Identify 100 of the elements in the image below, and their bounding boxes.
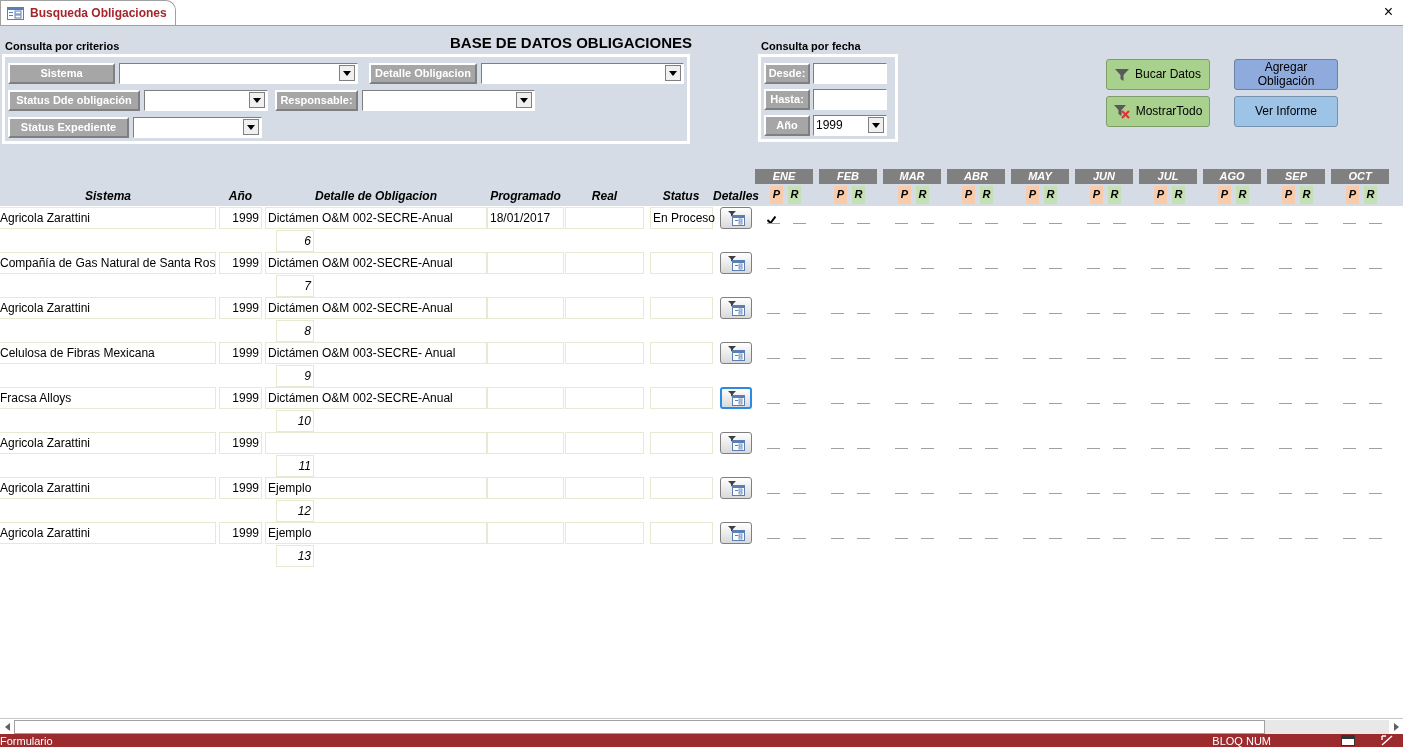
real-header: R	[852, 186, 865, 204]
obligation-detail-cell: Ejemplo	[265, 522, 487, 544]
form-icon	[7, 6, 24, 20]
action-button[interactable]: MostrarTodo	[1106, 96, 1210, 127]
action-button[interactable]: Ver Informe	[1234, 96, 1338, 127]
status-cell	[650, 342, 713, 364]
filter-form-icon	[727, 525, 745, 541]
section-heading: Consulta por fecha	[760, 38, 861, 54]
real-header: R	[1044, 186, 1057, 204]
month-header: ABR	[947, 169, 1005, 184]
real-header: R	[980, 186, 993, 204]
month-header: AGO	[1203, 169, 1261, 184]
record-number: 11	[276, 455, 314, 477]
filter-icon	[1115, 67, 1129, 82]
plan-header: P	[834, 186, 847, 204]
real-header: R	[916, 186, 929, 204]
month-header: MAR	[883, 169, 941, 184]
design-view-icon[interactable]	[1381, 735, 1393, 746]
system-cell: Agricola Zarattini	[0, 432, 216, 454]
status-cell	[650, 252, 713, 274]
dropdown-field[interactable]	[481, 62, 684, 84]
details-button[interactable]	[720, 477, 752, 499]
record-number: 10	[276, 410, 314, 432]
month-header: FEB	[819, 169, 877, 184]
status-cell	[650, 522, 713, 544]
month-header: JUN	[1075, 169, 1133, 184]
details-button[interactable]	[720, 297, 752, 319]
record-number: 7	[276, 275, 314, 297]
record-number: 9	[276, 365, 314, 387]
plan-header: P	[898, 186, 911, 204]
form-title: BASE DE DATOS OBLIGACIONES	[450, 32, 692, 53]
document-tab[interactable]: Busqueda Obligaciones	[0, 0, 176, 25]
plan-header: P	[962, 186, 975, 204]
filter-form-icon	[727, 480, 745, 496]
month-header: JUL	[1139, 169, 1197, 184]
month-header: MAY	[1011, 169, 1069, 184]
details-button[interactable]	[720, 342, 752, 364]
details-button[interactable]	[720, 387, 752, 409]
action-button[interactable]: Bucar Datos	[1106, 59, 1210, 90]
real-header: R	[1172, 186, 1185, 204]
column-header: Real	[590, 188, 619, 205]
month-header: SEP	[1267, 169, 1325, 184]
details-button[interactable]	[720, 207, 752, 229]
year-cell: 1999	[219, 432, 262, 454]
dropdown-field[interactable]	[362, 89, 535, 111]
year-cell: 1999	[219, 207, 262, 229]
dropdown-field[interactable]	[119, 62, 358, 84]
plan-header: P	[1218, 186, 1231, 204]
plan-header: P	[1090, 186, 1103, 204]
status-cell: En Proceso	[650, 207, 713, 229]
dropdown-field[interactable]: 1999	[813, 114, 887, 136]
obligation-detail-cell: Ejemplo	[265, 477, 487, 499]
dropdown-field[interactable]	[133, 116, 262, 138]
dropdown-arrow-icon	[520, 97, 528, 103]
year-cell: 1999	[219, 477, 262, 499]
status-text: BLOQ NUM	[1212, 734, 1271, 747]
dropdown-field[interactable]	[144, 89, 268, 111]
system-cell: Agricola Zarattini	[0, 297, 216, 319]
month-header: OCT	[1331, 169, 1389, 184]
details-button[interactable]	[720, 252, 752, 274]
real-header: R	[788, 186, 801, 204]
dropdown-arrow-icon	[343, 70, 351, 76]
column-header: Programado	[489, 188, 562, 205]
date-input-field[interactable]	[813, 62, 887, 84]
close-button[interactable]: ×	[1383, 3, 1393, 21]
plan-header: P	[1154, 186, 1167, 204]
system-cell: Agricola Zarattini	[0, 477, 216, 499]
system-cell: Agricola Zarattini	[0, 207, 216, 229]
column-header: Sistema	[84, 188, 132, 205]
column-header: Año	[227, 188, 254, 205]
real-header: R	[1236, 186, 1249, 204]
scroll-left-icon	[4, 722, 10, 731]
details-button[interactable]	[720, 522, 752, 544]
field-label: Sistema	[8, 62, 115, 84]
form-view-icon[interactable]	[1341, 735, 1355, 746]
real-header: R	[1364, 186, 1377, 204]
record-number: 8	[276, 320, 314, 342]
month-header: ENE	[755, 169, 813, 184]
field-label: Status Dde obligación	[8, 89, 140, 111]
dropdown-arrow-icon	[872, 122, 880, 128]
dropdown-arrow-icon	[253, 97, 261, 103]
year-cell: 1999	[219, 342, 262, 364]
obligation-detail-cell: Dictámen O&M 002-SECRE-Anual	[265, 252, 487, 274]
horizontal-scrollbar[interactable]	[0, 718, 1403, 734]
field-label: Detalle Obligacion	[369, 62, 477, 84]
column-header: Status	[661, 188, 701, 205]
date-input-field[interactable]	[813, 88, 887, 110]
field-label: Desde:	[764, 62, 810, 84]
scroll-right-icon	[1393, 722, 1399, 731]
field-label: Responsable:	[275, 89, 358, 111]
system-cell: Celulosa de Fibras Mexicana	[0, 342, 216, 364]
status-cell	[650, 297, 713, 319]
field-label: Status Expediente	[8, 116, 129, 138]
filter-form-icon	[727, 390, 745, 406]
obligation-detail-cell: Dictámen O&M 003-SECRE- Anual	[265, 342, 487, 364]
plan-header: P	[1282, 186, 1295, 204]
year-cell: 1999	[219, 522, 262, 544]
action-button[interactable]: Agregar Obligación	[1234, 59, 1338, 90]
details-button[interactable]	[720, 432, 752, 454]
status-cell	[650, 477, 713, 499]
